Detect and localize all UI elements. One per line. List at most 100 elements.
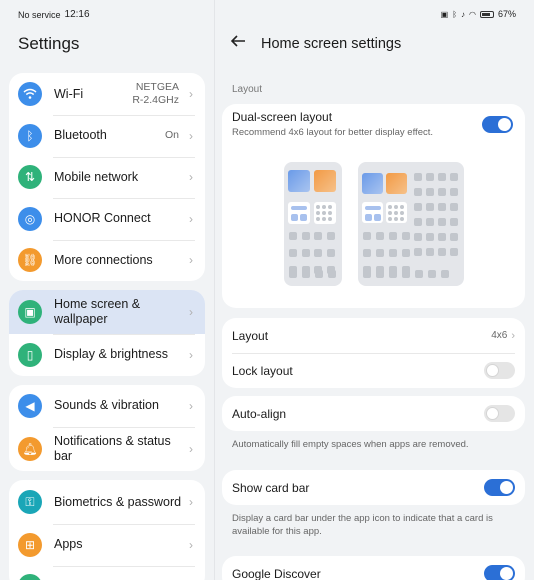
app-icon-placeholder bbox=[365, 206, 381, 210]
app-icon-placeholder bbox=[328, 217, 332, 221]
app-icon-placeholder bbox=[316, 217, 320, 221]
lock-layout-row: Lock layout bbox=[222, 353, 525, 388]
layout-preview-single[interactable] bbox=[284, 162, 342, 286]
sidebar-item-label: Wi-Fi bbox=[54, 86, 84, 101]
chevron-right-icon: › bbox=[189, 495, 193, 509]
app-icon-placeholder bbox=[441, 270, 449, 278]
app-icon-placeholder bbox=[450, 248, 458, 256]
auto-align-note: Automatically fill empty spaces when app… bbox=[232, 439, 469, 450]
sidebar-item-bluetooth[interactable]: ᛒ Bluetooth On › bbox=[9, 115, 205, 157]
app-icon-placeholder bbox=[291, 206, 307, 210]
settings-group-sound: ◀ Sounds & vibration › 🔔︎ Notifications … bbox=[9, 385, 205, 471]
app-icon-placeholder bbox=[438, 218, 446, 226]
dual-screen-card: Dual-screen layout Recommend 4x6 layout … bbox=[222, 104, 525, 308]
app-icon-placeholder bbox=[414, 218, 422, 226]
sidebar-item-home-screen[interactable]: ▣ Home screen & wallpaper › bbox=[9, 290, 205, 334]
app-icon-placeholder bbox=[426, 233, 434, 241]
app-icon-placeholder bbox=[450, 233, 458, 241]
app-icon-placeholder bbox=[376, 270, 384, 278]
sidebar-item-sounds[interactable]: ◀ Sounds & vibration › bbox=[9, 385, 205, 427]
app-icon-placeholder bbox=[363, 270, 371, 278]
app-icon-placeholder bbox=[450, 218, 458, 226]
apps-icon: ⊞ bbox=[18, 532, 42, 557]
app-icon-placeholder bbox=[376, 232, 384, 240]
app-icon-placeholder bbox=[402, 232, 410, 240]
sidebar-item-partial[interactable] bbox=[9, 565, 205, 580]
sidebar-item-label: HONOR Connect bbox=[54, 211, 151, 226]
app-icon-placeholder bbox=[316, 205, 320, 209]
back-arrow-icon[interactable] bbox=[230, 33, 246, 54]
app-icon-placeholder bbox=[402, 270, 410, 278]
google-discover-card: Google Discover bbox=[222, 556, 525, 580]
chevron-right-icon: › bbox=[189, 305, 193, 319]
app-icon-placeholder bbox=[326, 232, 335, 240]
nfc-icon: ▣ bbox=[440, 9, 449, 19]
sidebar-item-label: Bluetooth bbox=[54, 128, 107, 143]
google-discover-toggle[interactable] bbox=[484, 565, 515, 580]
sidebar-item-more-connections[interactable]: ⛓ More connections › bbox=[9, 239, 205, 282]
phone-icon: ▯ bbox=[18, 342, 42, 367]
sidebar-item-notifications[interactable]: 🔔︎ Notifications & status bar › bbox=[9, 426, 205, 471]
app-icon-placeholder bbox=[388, 205, 392, 209]
settings-group-connectivity: Wi-Fi NETGEA R-2.4GHz › ᛒ Bluetooth On ›… bbox=[9, 73, 205, 281]
app-icon-placeholder bbox=[402, 249, 410, 257]
app-icon-placeholder bbox=[363, 249, 371, 257]
key-icon: ⚿ bbox=[18, 490, 42, 514]
app-icon-placeholder bbox=[450, 188, 458, 196]
carrier-text: No service bbox=[18, 9, 61, 20]
sidebar-item-label: More connections bbox=[54, 252, 153, 267]
app-icon-placeholder bbox=[394, 211, 398, 215]
sidebar-item-wifi[interactable]: Wi-Fi NETGEA R-2.4GHz › bbox=[9, 73, 205, 115]
app-icon-placeholder bbox=[328, 205, 332, 209]
sidebar-item-label: Notifications & status bar bbox=[54, 433, 171, 463]
wifi-status-icon: ◠ bbox=[469, 9, 476, 19]
chevron-right-icon: › bbox=[189, 347, 193, 362]
dual-screen-desc: Recommend 4x6 layout for better display … bbox=[232, 127, 434, 138]
wifi-network-name: NETGEA R-2.4GHz bbox=[132, 81, 179, 106]
app-icon-placeholder bbox=[328, 270, 336, 278]
partial-icon bbox=[18, 574, 42, 580]
app-icon-placeholder bbox=[376, 249, 384, 257]
app-icon-placeholder bbox=[426, 248, 434, 256]
auto-align-label: Auto-align bbox=[232, 406, 287, 421]
google-discover-label: Google Discover bbox=[232, 566, 321, 580]
connect-icon: ◎ bbox=[18, 206, 42, 231]
sidebar-item-mobile-network[interactable]: ⇅ Mobile network › bbox=[9, 156, 205, 199]
sidebar-item-label: Sounds & vibration bbox=[54, 398, 159, 413]
app-icon-placeholder bbox=[438, 248, 446, 256]
battery-icon bbox=[479, 10, 494, 18]
sidebar-item-apps[interactable]: ⊞ Apps › bbox=[9, 524, 205, 566]
auto-align-toggle[interactable] bbox=[484, 405, 515, 422]
app-icon-placeholder bbox=[328, 211, 332, 215]
sidebar-item-label: Display & brightness bbox=[54, 347, 168, 362]
battery-percent: 67% bbox=[497, 9, 516, 19]
layout-row[interactable]: Layout 4x6 › bbox=[222, 318, 525, 353]
card-bar-card: Show card bar bbox=[222, 470, 525, 505]
card-bar-note: Display a card bar under the app icon to… bbox=[232, 513, 493, 537]
link-icon: ⛓ bbox=[18, 248, 42, 273]
app-icon-placeholder bbox=[438, 188, 446, 196]
app-icon-placeholder bbox=[302, 270, 310, 278]
chevron-right-icon: › bbox=[189, 87, 193, 101]
sidebar-item-biometrics[interactable]: ⚿ Biometrics & password › bbox=[9, 480, 205, 524]
wifi-icon bbox=[18, 82, 42, 106]
sidebar-item-display[interactable]: ▯ Display & brightness › bbox=[9, 334, 205, 376]
page-title: Home screen settings bbox=[261, 36, 402, 52]
card-bar-row: Show card bar bbox=[222, 470, 525, 505]
speaker-icon: ◀ bbox=[18, 393, 42, 418]
lock-layout-toggle[interactable] bbox=[484, 362, 515, 379]
app-icon-placeholder bbox=[400, 205, 404, 209]
sidebar-item-honor-connect[interactable]: ◎ HONOR Connect › bbox=[9, 198, 205, 240]
layout-label: Layout bbox=[232, 328, 269, 343]
layout-preview-dual[interactable] bbox=[358, 162, 464, 286]
app-icon-placeholder bbox=[289, 232, 297, 240]
dual-screen-toggle[interactable] bbox=[482, 116, 513, 133]
auto-align-row: Auto-align bbox=[222, 396, 525, 431]
card-bar-toggle[interactable] bbox=[484, 479, 515, 496]
app-icon-placeholder bbox=[316, 211, 320, 215]
chevron-right-icon: › bbox=[189, 253, 193, 268]
card-bar-label: Show card bar bbox=[232, 480, 310, 495]
app-icon-placeholder bbox=[426, 218, 434, 226]
app-icon-placeholder bbox=[363, 232, 371, 240]
bluetooth-icon: ᛒ bbox=[18, 123, 42, 148]
